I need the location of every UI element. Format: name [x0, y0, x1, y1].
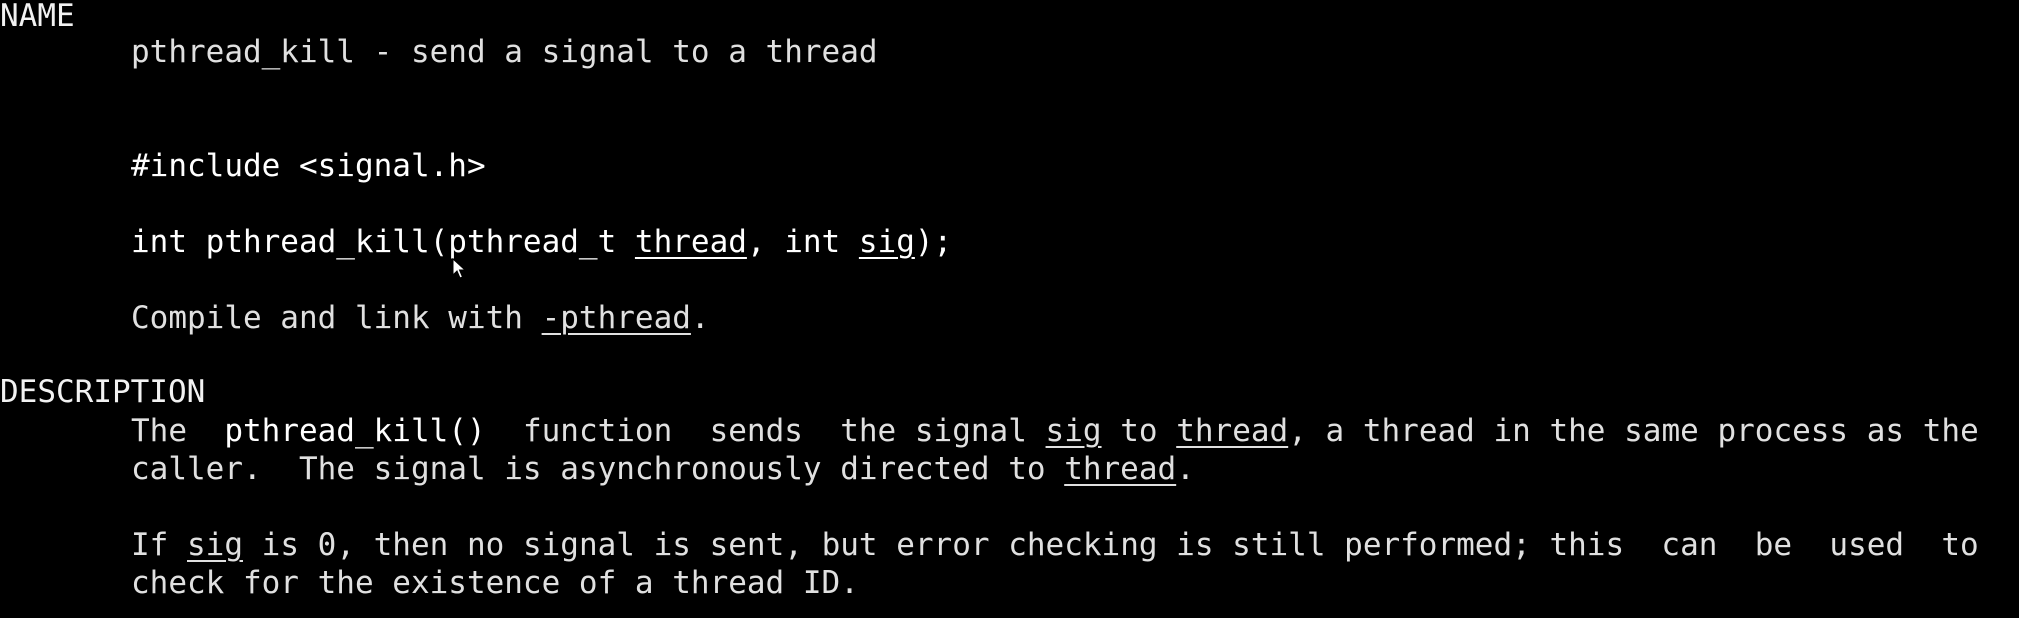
- p1-func: pthread_kill(): [224, 413, 486, 449]
- compile-pre: Compile and link with: [131, 300, 542, 336]
- description-p1-line1: The pthread_kill() function sends the si…: [131, 413, 1979, 451]
- p1-l2-a: caller. The signal is asynchronously dir…: [131, 451, 1065, 487]
- description-p2-line1: If sig is 0, then no signal is sent, but…: [131, 527, 1979, 565]
- synopsis-prototype: int pthread_kill(pthread_t thread, int s…: [131, 224, 952, 262]
- proto-mid: , int: [746, 224, 859, 260]
- p1-b: function sends the signal: [485, 413, 1046, 449]
- p1-d: , a thread in the same process as the: [1288, 413, 1979, 449]
- proto-pre: int pthread_kill(pthread_t: [131, 224, 635, 260]
- description-p2-line2: check for the existence of a thread ID.: [131, 565, 859, 601]
- section-heading-name: NAME: [0, 0, 75, 34]
- p1-thread: thread: [1176, 413, 1289, 449]
- p1-l2-thread: thread: [1064, 451, 1177, 487]
- compile-flag: -pthread: [541, 300, 691, 336]
- p1-a: The: [131, 413, 225, 449]
- p2-b: is 0, then no signal is sent, but error …: [243, 527, 1979, 563]
- proto-post: );: [914, 224, 953, 260]
- name-summary: pthread_kill - send a signal to a thread: [131, 34, 878, 70]
- p1-l2-b: .: [1176, 451, 1195, 487]
- p1-sig: sig: [1045, 413, 1102, 449]
- mouse-pointer-icon: [452, 258, 466, 279]
- proto-arg-sig: sig: [858, 224, 915, 260]
- section-heading-description: DESCRIPTION: [0, 374, 206, 410]
- description-p1-line2: caller. The signal is asynchronously dir…: [131, 451, 1195, 489]
- compile-note: Compile and link with -pthread.: [131, 300, 710, 338]
- synopsis-include: #include <signal.h>: [131, 148, 486, 184]
- compile-post: .: [690, 300, 710, 336]
- p2-a: If: [131, 527, 187, 563]
- p1-c: to: [1101, 413, 1177, 449]
- p2-sig: sig: [187, 527, 243, 563]
- terminal-window[interactable]: NAME pthread_kill - send a signal to a t…: [0, 0, 2019, 618]
- proto-arg-thread: thread: [634, 224, 747, 260]
